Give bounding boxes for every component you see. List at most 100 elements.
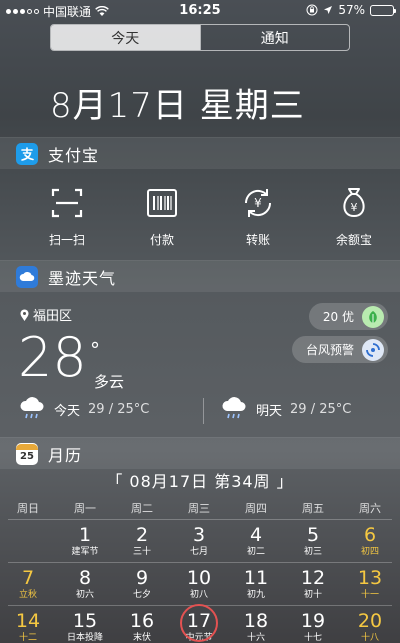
lunar-date: 末伏 <box>132 633 151 643</box>
typhoon-alert-badge[interactable]: 台风预警 <box>291 336 388 363</box>
calendar-day[interactable]: 3 七月 <box>171 524 227 558</box>
weekday-label: 周五 <box>302 502 324 515</box>
location-name: 福田区 <box>33 309 73 324</box>
week-divider <box>8 562 392 563</box>
lunar-date: 七月 <box>189 547 208 557</box>
forecast-today: 今天 29 / 25°C <box>18 396 149 422</box>
day-number: 20 <box>357 610 383 632</box>
calendar-day[interactable]: 8 初六 <box>57 567 113 601</box>
lunar-date: 初十 <box>303 590 322 600</box>
lunar-date: 十二 <box>18 633 37 643</box>
forecast-today-range: 29 / 25°C <box>88 401 150 417</box>
calendar-day[interactable]: 6 初四 <box>342 524 398 558</box>
day-number: 14 <box>15 610 41 632</box>
weekday-label: 周六 <box>359 502 381 515</box>
status-right: 57% <box>306 3 396 17</box>
battery-percent: 57% <box>338 3 365 17</box>
date-title: 8月17日 星期三 <box>50 86 305 126</box>
calendar-day[interactable]: 15 日本投降 <box>57 610 113 643</box>
today-ring <box>180 604 218 642</box>
alipay-widget-header[interactable]: 支付宝 <box>0 137 400 169</box>
lunar-date: 日本投降 <box>66 633 103 643</box>
alipay-transfer-button[interactable]: ¥ 转账 <box>218 185 298 248</box>
weather-widget[interactable]: 福田区 28 ° 多云 20 优 台风预警 今天 29 / 25°C 明天 29… <box>0 300 400 432</box>
svg-text:¥: ¥ <box>351 201 358 214</box>
alipay-pay-label: 付款 <box>149 233 174 247</box>
day-number: 7 <box>21 567 35 589</box>
calendar-day[interactable]: 11 初九 <box>228 567 284 601</box>
forecast-today-label: 今天 <box>54 403 81 419</box>
calendar-day[interactable]: 1 建军节 <box>57 524 113 558</box>
degree-symbol: ° <box>90 338 100 362</box>
day-number: 3 <box>192 524 206 546</box>
today-notifications-switch[interactable]: 今天 通知 <box>50 24 350 51</box>
day-number: 8 <box>78 567 92 589</box>
day-number: 5 <box>306 524 320 546</box>
calendar-widget-header[interactable]: 25 月历 <box>0 437 400 469</box>
weather-condition: 多云 <box>94 373 125 391</box>
day-number: 18 <box>243 610 269 632</box>
day-number: 16 <box>129 610 155 632</box>
barcode-icon <box>147 189 177 217</box>
calendar-day-today[interactable]: 17 中元节 <box>171 604 227 643</box>
moji-weather-icon <box>16 265 38 288</box>
alipay-scan-label: 扫一扫 <box>48 233 85 247</box>
calendar-day[interactable]: 10 初八 <box>171 567 227 601</box>
orientation-lock-icon <box>306 4 318 16</box>
alipay-yuebao-button[interactable]: ¥ 余额宝 <box>314 185 394 248</box>
calendar-day[interactable]: 16 末伏 <box>114 610 170 643</box>
calendar-day[interactable]: 18 十六 <box>228 610 284 643</box>
calendar-app-icon: 25 <box>16 442 38 465</box>
day-number: 6 <box>363 524 377 546</box>
calendar-title: 月历 <box>48 445 83 465</box>
calendar-icon-date: 25 <box>20 450 34 462</box>
location-arrow-icon <box>324 6 333 14</box>
forecast-tomorrow: 明天 29 / 25°C <box>220 396 351 422</box>
alipay-pay-button[interactable]: 付款 <box>122 185 202 248</box>
day-number: 12 <box>300 567 326 589</box>
lunar-date: 三十 <box>132 547 151 557</box>
weekday-row: 周日 周一 周二 周三 周四 周五 周六 <box>0 500 400 516</box>
money-bag-icon: ¥ <box>343 188 365 218</box>
calendar-day[interactable]: 12 初十 <box>285 567 341 601</box>
day-number: 19 <box>300 610 326 632</box>
calendar-day[interactable]: 20 十八 <box>342 610 398 643</box>
alipay-transfer-label: 转账 <box>245 233 270 247</box>
calendar-day[interactable]: 2 三十 <box>114 524 170 558</box>
scan-icon <box>51 188 83 218</box>
weather-location: 福田区 <box>20 305 72 324</box>
alipay-title: 支付宝 <box>48 145 100 165</box>
lunar-date: 初九 <box>246 590 265 600</box>
forecast-divider <box>203 398 204 424</box>
calendar-day[interactable]: 9 七夕 <box>114 567 170 601</box>
calendar-day[interactable]: 4 初二 <box>228 524 284 558</box>
lunar-date: 十八 <box>360 633 379 643</box>
location-pin-icon <box>20 309 29 321</box>
battery-icon <box>370 4 396 16</box>
calendar-day[interactable]: 7 立秋 <box>0 567 56 601</box>
weekday-label: 周四 <box>245 502 267 515</box>
day-number: 11 <box>243 567 269 589</box>
day-number: 10 <box>186 567 212 589</box>
tab-today[interactable]: 今天 <box>51 25 200 50</box>
day-number: 9 <box>135 567 149 589</box>
alipay-actions: 扫一扫 付款 ¥ 转账 ¥ 余额宝 <box>0 185 400 248</box>
weekday-label: 周一 <box>74 502 96 515</box>
calendar-day[interactable]: 19 十七 <box>285 610 341 643</box>
weekday-label: 周日 <box>17 502 39 515</box>
current-temperature: 28 <box>18 326 87 389</box>
rain-cloud-icon <box>20 397 44 419</box>
calendar-day[interactable]: 13 十一 <box>342 567 398 601</box>
lunar-date: 初三 <box>303 547 322 557</box>
calendar-week-header[interactable]: 「 08月17日 第34周 」 <box>0 468 400 492</box>
transfer-yuan-icon: ¥ <box>244 189 272 217</box>
tab-notifications[interactable]: 通知 <box>199 25 350 50</box>
day-number: 4 <box>249 524 263 546</box>
alipay-scan-button[interactable]: 扫一扫 <box>27 185 107 248</box>
aqi-badge[interactable]: 20 优 <box>308 303 388 330</box>
weather-widget-header[interactable]: 墨迹天气 <box>0 260 400 292</box>
lunar-date: 十七 <box>303 633 322 643</box>
calendar-day[interactable]: 14 十二 <box>0 610 56 643</box>
calendar-day[interactable]: 5 初三 <box>285 524 341 558</box>
lunar-date: 十六 <box>246 633 265 643</box>
